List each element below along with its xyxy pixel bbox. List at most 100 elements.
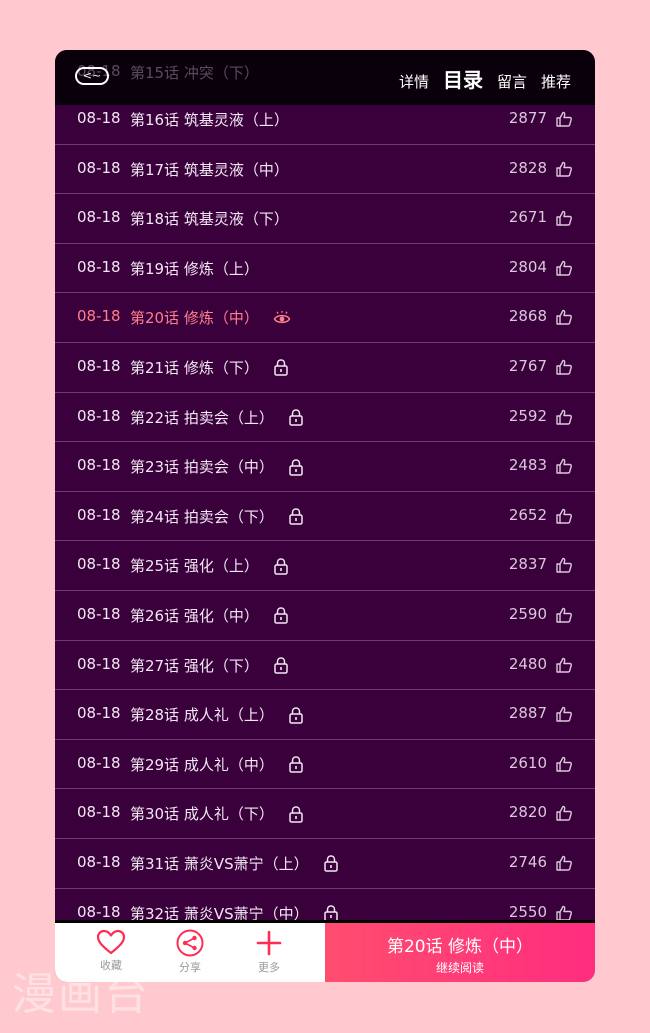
chapter-date: 08-18 <box>77 158 121 177</box>
thumbs-up-icon[interactable] <box>555 656 573 674</box>
chapter-row[interactable]: 08-18 第17话 筑基灵液（中） 2828 <box>55 145 595 195</box>
thumbs-up-icon[interactable] <box>555 457 573 475</box>
chapter-row[interactable]: 08-18 第21话 修炼（下） 2767 <box>55 343 595 393</box>
thumbs-up-icon[interactable] <box>555 904 573 922</box>
tab-comments[interactable]: 留言 <box>497 71 527 92</box>
chapter-title: 第20话 修炼（中） <box>130 309 259 328</box>
chapter-row[interactable]: 08-18 第31话 萧炎VS萧宁（上） 2746 <box>55 839 595 889</box>
thumbs-up-icon[interactable] <box>555 755 573 773</box>
chapter-date: 08-18 <box>77 257 121 276</box>
continue-reading-button[interactable]: 第20话 修炼（中） 继续阅读 <box>325 923 595 982</box>
thumbs-up-icon[interactable] <box>555 606 573 624</box>
chapter-row[interactable]: 08-18 第22话 拍卖会（上） 2592 <box>55 393 595 443</box>
chapter-date: 08-18 <box>77 406 121 425</box>
chapter-row[interactable]: 08-18 第24话 拍卖会（下） 2652 <box>55 492 595 542</box>
chapter-title: 第19话 修炼（上） <box>130 259 259 278</box>
more-label: 更多 <box>258 961 280 974</box>
back-button[interactable]: <~ <box>75 67 109 85</box>
chapter-row[interactable]: 08-18 第23话 拍卖会（中） 2483 <box>55 442 595 492</box>
chapter-row[interactable]: 08-18 第27话 强化（下） 2480 <box>55 641 595 691</box>
more-button[interactable]: 更多 <box>244 929 294 975</box>
lock-icon <box>259 606 289 625</box>
tab-bar: 详情 目录 留言 推荐 <box>385 64 571 93</box>
share-icon <box>176 929 204 957</box>
chapter-title: 第18话 筑基灵液（下） <box>130 210 289 229</box>
continue-reading-label: 继续阅读 <box>435 961 484 975</box>
chapter-row[interactable]: 08-18 第25话 强化（上） 2837 <box>55 541 595 591</box>
like-count: 2590 <box>508 604 547 623</box>
chapter-date: 08-18 <box>77 704 121 723</box>
chapter-row[interactable]: 08-18 第20话 修炼（中） 2868 <box>55 293 595 343</box>
like-count: 2820 <box>508 803 547 822</box>
chapter-title: 第30话 成人礼（下） <box>130 805 274 824</box>
tab-catalog[interactable]: 目录 <box>443 64 483 93</box>
like-count: 2592 <box>508 406 547 425</box>
thumbs-up-icon[interactable] <box>555 705 573 723</box>
lock-icon <box>274 408 304 427</box>
chapter-title: 第21话 修炼（下） <box>130 358 259 377</box>
lock-icon <box>274 755 304 774</box>
chapter-date: 08-18 <box>77 456 121 475</box>
like-count: 2804 <box>508 257 547 276</box>
chapter-row[interactable]: 08-18 第18话 筑基灵液（下） 2671 <box>55 194 595 244</box>
lock-icon <box>259 656 289 675</box>
back-icon: <~ <box>82 69 102 82</box>
chapter-title: 第29话 成人礼（中） <box>130 755 274 774</box>
thumbs-up-icon[interactable] <box>555 804 573 822</box>
tab-details[interactable]: 详情 <box>399 71 429 92</box>
chapter-date: 08-18 <box>77 604 121 623</box>
like-count: 2868 <box>508 307 547 326</box>
chapter-date: 08-18 <box>77 803 121 822</box>
like-count: 2480 <box>508 654 547 673</box>
lock-icon <box>274 457 304 476</box>
thumbs-up-icon[interactable] <box>555 110 573 128</box>
share-button[interactable]: 分享 <box>165 929 215 975</box>
lock-icon <box>309 854 339 873</box>
chapter-list-screen: 08-18 第16话 筑基灵液（上） 2877 08-18 第17话 筑基灵液（… <box>55 50 595 982</box>
chapter-title: 第24话 拍卖会（下） <box>130 507 274 526</box>
plus-icon <box>256 930 282 956</box>
chapter-row[interactable]: 08-18 第19话 修炼（上） 2804 <box>55 244 595 294</box>
chapter-row[interactable]: 08-18 第28话 成人礼（上） 2887 <box>55 690 595 740</box>
chapter-date: 08-18 <box>77 753 121 772</box>
lock-icon <box>274 507 304 526</box>
chapter-date: 08-18 <box>77 109 121 127</box>
chapter-date: 08-18 <box>77 654 121 673</box>
scrolled-row-title: 第15话 冲突（下） <box>130 64 259 82</box>
thumbs-up-icon[interactable] <box>555 358 573 376</box>
favorite-button[interactable]: 收藏 <box>86 929 136 973</box>
thumbs-up-icon[interactable] <box>555 209 573 227</box>
like-count: 2483 <box>508 456 547 475</box>
chapter-row[interactable]: 08-18 第26话 强化（中） 2590 <box>55 591 595 641</box>
thumbs-up-icon[interactable] <box>555 507 573 525</box>
thumbs-up-icon[interactable] <box>555 408 573 426</box>
chapter-date: 08-18 <box>77 852 121 871</box>
chapter-row[interactable]: 08-18 第30话 成人礼（下） 2820 <box>55 789 595 839</box>
thumbs-up-icon[interactable] <box>555 160 573 178</box>
bottom-action-bar: 收藏 分享 更多 第20话 修炼（中） 继续阅读 <box>55 920 595 982</box>
continue-chapter-title: 第20话 修炼（中） <box>386 937 534 957</box>
chapter-title: 第23话 拍卖会（中） <box>130 458 274 477</box>
chapter-title: 第22话 拍卖会（上） <box>130 408 274 427</box>
like-count: 2887 <box>508 704 547 723</box>
thumbs-up-icon[interactable] <box>555 556 573 574</box>
thumbs-up-icon[interactable] <box>555 259 573 277</box>
chapter-date: 08-18 <box>77 208 121 227</box>
like-count: 2767 <box>508 356 547 375</box>
chapter-list[interactable]: 08-18 第16话 筑基灵液（上） 2877 08-18 第17话 筑基灵液（… <box>55 95 595 939</box>
chapter-row[interactable]: 08-18 第29话 成人礼（中） 2610 <box>55 740 595 790</box>
top-nav-bar: 08-18 第15话 冲突（下） <~ 详情 目录 留言 推荐 <box>55 50 595 105</box>
chapter-title: 第28话 成人礼（上） <box>130 706 274 725</box>
thumbs-up-icon[interactable] <box>555 308 573 326</box>
tab-recommend[interactable]: 推荐 <box>541 71 571 92</box>
like-count: 2652 <box>508 505 547 524</box>
like-count: 2550 <box>508 902 547 921</box>
chapter-title: 第26话 强化（中） <box>130 606 259 625</box>
chapter-title: 第25话 强化（上） <box>130 557 259 576</box>
thumbs-up-icon[interactable] <box>555 854 573 872</box>
chapter-date: 08-18 <box>77 307 121 326</box>
like-count: 2746 <box>508 852 547 871</box>
lock-icon <box>259 556 289 575</box>
like-count: 2671 <box>508 208 547 227</box>
chapter-date: 08-18 <box>77 902 121 921</box>
